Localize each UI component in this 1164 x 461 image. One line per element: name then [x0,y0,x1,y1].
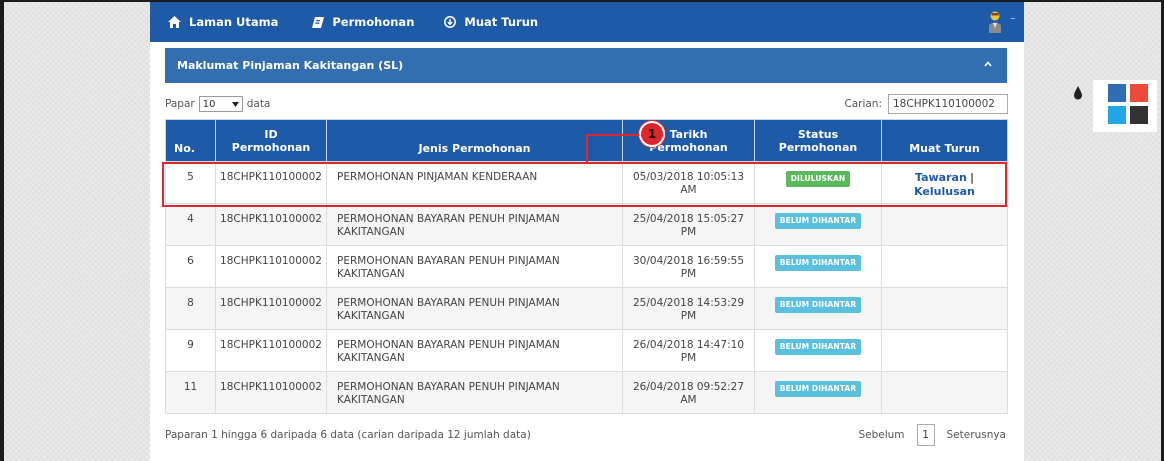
cell-no: 6 [165,245,216,288]
panel-header: Maklumat Pinjaman Kakitangan (SL) [165,48,1007,83]
cell-id: 18CHPK110100002 [215,329,327,372]
nav-label: Muat Turun [464,15,539,29]
cell-status: BELUM DIHANTAR [754,287,882,330]
header-no[interactable]: No. [165,119,216,162]
table-row: 9 18CHPK110100002 PERMOHONAN BAYARAN PEN… [165,329,1008,372]
page-length-control: Papar 10 data [165,96,270,112]
nav-permohonan[interactable]: Permohonan [312,2,414,42]
main-content: Maklumat Pinjaman Kakitangan (SL) Papar … [150,42,1024,461]
theme-swatch-dark[interactable] [1130,106,1148,124]
table-row: 4 18CHPK110100002 PERMOHONAN BAYARAN PEN… [165,203,1008,246]
cell-tarikh: 26/04/2018 09:52:27 AM [622,371,755,414]
home-icon [168,16,181,28]
search-control: Carian: [844,94,1008,114]
cell-status: BELUM DIHANTAR [754,245,882,288]
page-1-button[interactable]: 1 [916,424,935,446]
table-row: 8 18CHPK110100002 PERMOHONAN BAYARAN PEN… [165,287,1008,330]
header-status[interactable]: Status Permohonan [754,119,882,162]
cell-tarikh: 25/04/2018 14:53:29 PM [622,287,755,330]
status-badge: BELUM DIHANTAR [774,297,862,313]
cell-tarikh: 25/04/2018 15:05:27 PM [622,203,755,246]
cell-no: 9 [165,329,216,372]
cell-id: 18CHPK110100002 [215,245,327,288]
status-badge: BELUM DIHANTAR [774,213,862,229]
header-id[interactable]: ID Permohonan [215,119,327,162]
page-length-select[interactable]: 10 [198,96,243,112]
status-badge: BELUM DIHANTAR [774,381,862,397]
pencil-icon [312,16,325,28]
previous-page-button[interactable]: Sebelum [858,429,904,441]
nav-label: Laman Utama [189,15,279,29]
step-marker: 1 [639,121,665,147]
cell-status: BELUM DIHANTAR [754,203,882,246]
user-avatar-icon[interactable] [988,11,1002,33]
table-info: Paparan 1 hingga 6 daripada 6 data (cari… [165,429,531,441]
length-prefix: Papar [165,98,195,110]
cell-jenis: PERMOHONAN BAYARAN PENUH PINJAMAN KAKITAN… [326,245,623,288]
cell-id: 18CHPK110100002 [215,371,327,414]
highlight-box [162,162,1007,207]
callout-line-horizontal [586,134,641,136]
theme-swatch-cyan[interactable] [1108,106,1126,124]
page-length-value: 10 [202,98,216,110]
theme-swatch-red[interactable] [1130,84,1148,102]
table-row: 11 18CHPK110100002 PERMOHONAN BAYARAN PE… [165,371,1008,414]
download-circle-icon [444,16,457,28]
cell-id: 18CHPK110100002 [215,287,327,330]
cell-muat-turun [881,203,1008,246]
pagination: Sebelum 1 Seterusnya [858,424,1006,446]
cell-no: 8 [165,287,216,330]
chevron-up-icon[interactable] [983,59,993,69]
panel-title: Maklumat Pinjaman Kakitangan (SL) [177,59,404,72]
length-suffix: data [246,98,271,110]
callout-line-vertical [586,134,588,163]
cell-jenis: PERMOHONAN BAYARAN PENUH PINJAMAN KAKITAN… [326,329,623,372]
window-frame-left [0,0,4,461]
status-badge: BELUM DIHANTAR [774,339,862,355]
user-menu-caret-icon[interactable] [1011,18,1015,19]
cell-jenis: PERMOHONAN BAYARAN PENUH PINJAMAN KAKITAN… [326,371,623,414]
water-drop-icon[interactable] [1073,86,1083,100]
cell-muat-turun [881,287,1008,330]
theme-swatch-blue[interactable] [1108,84,1126,102]
nav-laman-utama[interactable]: Laman Utama [168,2,278,42]
search-label: Carian: [844,98,882,110]
cell-jenis: PERMOHONAN BAYARAN PENUH PINJAMAN KAKITAN… [326,287,623,330]
cell-no: 4 [165,203,216,246]
cell-status: BELUM DIHANTAR [754,329,882,372]
nav-label: Permohonan [332,15,415,29]
next-page-button[interactable]: Seterusnya [947,429,1006,441]
cell-jenis: PERMOHONAN BAYARAN PENUH PINJAMAN KAKITAN… [326,203,623,246]
cell-id: 18CHPK110100002 [215,203,327,246]
nav-muat-turun[interactable]: Muat Turun [444,2,538,42]
header-muat-turun[interactable]: Muat Turun [881,119,1008,162]
header-jenis[interactable]: Jenis Permohonan [326,119,623,162]
cell-status: BELUM DIHANTAR [754,371,882,414]
cell-muat-turun [881,371,1008,414]
cell-muat-turun [881,329,1008,372]
cell-tarikh: 26/04/2018 14:47:10 PM [622,329,755,372]
cell-muat-turun [881,245,1008,288]
caret-down-icon [231,101,239,107]
cell-no: 11 [165,371,216,414]
cell-tarikh: 30/04/2018 16:59:55 PM [622,245,755,288]
status-badge: BELUM DIHANTAR [774,255,862,271]
search-input[interactable] [888,94,1008,114]
table-row: 6 18CHPK110100002 PERMOHONAN BAYARAN PEN… [165,245,1008,288]
top-navbar: Laman Utama Permohonan Muat Turun [150,2,1024,42]
